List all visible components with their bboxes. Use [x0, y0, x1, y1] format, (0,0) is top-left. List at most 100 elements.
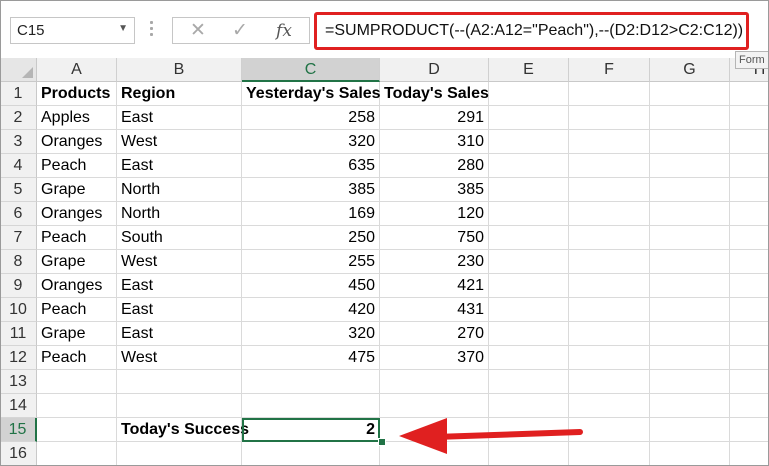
chevron-down-icon[interactable]: ▼ [118, 23, 128, 34]
row-header-13[interactable]: 13 [0, 370, 37, 394]
cell-h8[interactable] [730, 250, 769, 274]
cell-c8[interactable]: 255 [242, 250, 380, 274]
cell-g9[interactable] [650, 274, 730, 298]
cell-g1[interactable] [650, 82, 730, 106]
cell-d9[interactable]: 421 [380, 274, 489, 298]
cell-f1[interactable] [569, 82, 650, 106]
cell-a6[interactable]: Oranges [37, 202, 117, 226]
cell-e9[interactable] [489, 274, 569, 298]
cell-a12[interactable]: Peach [37, 346, 117, 370]
row-header-5[interactable]: 5 [0, 178, 37, 202]
cell-c4[interactable]: 635 [242, 154, 380, 178]
cell-d10[interactable]: 431 [380, 298, 489, 322]
row-header-15[interactable]: 15 [0, 418, 37, 442]
cell-a13[interactable] [37, 370, 117, 394]
cell-f9[interactable] [569, 274, 650, 298]
row-header-2[interactable]: 2 [0, 106, 37, 130]
cell-f13[interactable] [569, 370, 650, 394]
cell-e13[interactable] [489, 370, 569, 394]
cell-e6[interactable] [489, 202, 569, 226]
cell-a11[interactable]: Grape [37, 322, 117, 346]
cell-b9[interactable]: East [117, 274, 242, 298]
cell-c13[interactable] [242, 370, 380, 394]
cell-a3[interactable]: Oranges [37, 130, 117, 154]
cell-h11[interactable] [730, 322, 769, 346]
row-header-1[interactable]: 1 [0, 82, 37, 106]
cell-d8[interactable]: 230 [380, 250, 489, 274]
cell-g15[interactable] [650, 418, 730, 442]
cell-b3[interactable]: West [117, 130, 242, 154]
cell-d2[interactable]: 291 [380, 106, 489, 130]
cell-b15[interactable]: Today's Success [117, 418, 249, 442]
cell-g12[interactable] [650, 346, 730, 370]
cell-g13[interactable] [650, 370, 730, 394]
cell-d11[interactable]: 270 [380, 322, 489, 346]
cell-a5[interactable]: Grape [37, 178, 117, 202]
cell-a8[interactable]: Grape [37, 250, 117, 274]
row-header-3[interactable]: 3 [0, 130, 37, 154]
cell-c16[interactable] [242, 442, 380, 466]
cell-g16[interactable] [650, 442, 730, 466]
insert-function-button[interactable]: fx [269, 20, 299, 42]
column-header-a[interactable]: A [37, 58, 117, 82]
cell-c12[interactable]: 475 [242, 346, 380, 370]
cell-e11[interactable] [489, 322, 569, 346]
column-header-d[interactable]: D [380, 58, 489, 82]
cell-a14[interactable] [37, 394, 117, 418]
cell-e12[interactable] [489, 346, 569, 370]
cell-f7[interactable] [569, 226, 650, 250]
cell-f3[interactable] [569, 130, 650, 154]
fill-handle[interactable] [378, 438, 386, 446]
cell-a9[interactable]: Oranges [37, 274, 117, 298]
cell-g10[interactable] [650, 298, 730, 322]
cell-b5[interactable]: North [117, 178, 242, 202]
cell-a10[interactable]: Peach [37, 298, 117, 322]
drag-handle-icon[interactable] [150, 21, 154, 41]
cell-b14[interactable] [117, 394, 242, 418]
cell-c11[interactable]: 320 [242, 322, 380, 346]
cell-c7[interactable]: 250 [242, 226, 380, 250]
cell-d12[interactable]: 370 [380, 346, 489, 370]
cell-d6[interactable]: 120 [380, 202, 489, 226]
cell-f10[interactable] [569, 298, 650, 322]
cell-a7[interactable]: Peach [37, 226, 117, 250]
row-header-14[interactable]: 14 [0, 394, 37, 418]
cell-d1[interactable]: Today's Sales [380, 82, 489, 106]
cell-a4[interactable]: Peach [37, 154, 117, 178]
column-header-f[interactable]: F [569, 58, 650, 82]
cell-h14[interactable] [730, 394, 769, 418]
cell-f8[interactable] [569, 250, 650, 274]
cell-g2[interactable] [650, 106, 730, 130]
check-icon[interactable]: ✓ [225, 20, 255, 42]
name-box[interactable]: C15 ▼ [10, 17, 135, 44]
cell-h6[interactable] [730, 202, 769, 226]
cell-a15[interactable] [37, 418, 117, 442]
cell-c6[interactable]: 169 [242, 202, 380, 226]
cell-h16[interactable] [730, 442, 769, 466]
cell-h12[interactable] [730, 346, 769, 370]
row-header-11[interactable]: 11 [0, 322, 37, 346]
cell-e4[interactable] [489, 154, 569, 178]
cell-h9[interactable] [730, 274, 769, 298]
cell-c10[interactable]: 420 [242, 298, 380, 322]
cell-a2[interactable]: Apples [37, 106, 117, 130]
cell-h10[interactable] [730, 298, 769, 322]
row-header-6[interactable]: 6 [0, 202, 37, 226]
cell-b10[interactable]: East [117, 298, 242, 322]
formula-input[interactable]: =SUMPRODUCT(--(A2:A12="Peach"),--(D2:D12… [314, 12, 749, 50]
select-all-button[interactable] [0, 58, 37, 82]
cell-f11[interactable] [569, 322, 650, 346]
row-header-7[interactable]: 7 [0, 226, 37, 250]
cell-b8[interactable]: West [117, 250, 242, 274]
cell-g3[interactable] [650, 130, 730, 154]
row-header-8[interactable]: 8 [0, 250, 37, 274]
cell-h3[interactable] [730, 130, 769, 154]
cell-h2[interactable] [730, 106, 769, 130]
cell-e3[interactable] [489, 130, 569, 154]
cell-h15[interactable] [730, 418, 769, 442]
cell-c14[interactable] [242, 394, 380, 418]
cell-b16[interactable] [117, 442, 242, 466]
cell-b2[interactable]: East [117, 106, 242, 130]
row-header-4[interactable]: 4 [0, 154, 37, 178]
cell-h4[interactable] [730, 154, 769, 178]
